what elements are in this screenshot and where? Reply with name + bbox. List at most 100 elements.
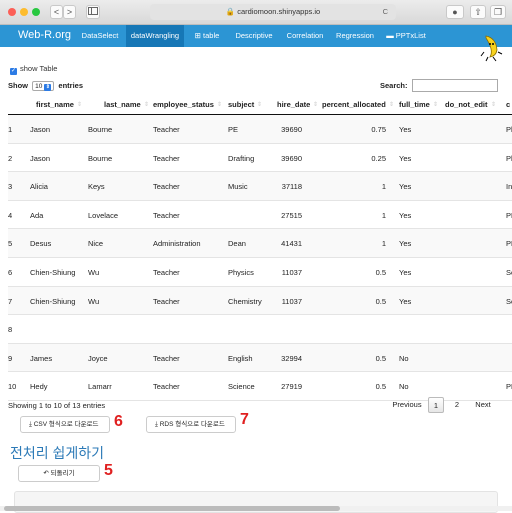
table-cell: 41431	[281, 239, 302, 249]
table-cell: 3	[8, 182, 13, 192]
table-cell: Physics	[228, 268, 254, 277]
table-cell: Chemistry	[228, 296, 262, 306]
search-input[interactable]	[412, 79, 498, 92]
csv-download-button[interactable]: ⤓ CSV 형식으로 다운로드	[20, 416, 110, 433]
page-1-button[interactable]: 1	[428, 397, 444, 413]
scrollbar-thumb[interactable]	[4, 506, 340, 511]
table-cell: Desus	[30, 239, 52, 249]
browser-toolbar: < > 🔒 cardiomoon.shinyapps.io C ● ⇧ ❐	[0, 0, 512, 25]
table-cell: 8	[8, 325, 13, 335]
table-cell: Keys	[88, 182, 105, 192]
table-cell: 0.5	[375, 296, 386, 306]
column-header-employee-status[interactable]: employee_status	[153, 100, 214, 109]
entries-select[interactable]: 10 ⇕	[32, 81, 55, 91]
table-cell: Joyce	[88, 353, 108, 363]
table-cell: Music	[228, 182, 248, 192]
show-table-checkbox[interactable]: ✓ show Table	[10, 64, 57, 75]
table-cell: Teacher	[153, 125, 180, 134]
next-page-button[interactable]: Next	[472, 397, 494, 413]
tab-regression[interactable]: Regression	[332, 25, 378, 47]
table-cell: Ph	[506, 125, 512, 134]
table-cell: 10	[8, 382, 17, 392]
column-header-last-name[interactable]: last_name	[104, 100, 141, 109]
page-2-button[interactable]: 2	[450, 397, 464, 413]
column-header-full-time[interactable]: full_time	[399, 100, 430, 109]
table-cell: Wu	[88, 268, 100, 277]
column-header-hire-date[interactable]: hire_date	[277, 100, 310, 109]
back-button[interactable]: <	[50, 5, 63, 19]
table-cell: Bourne	[88, 125, 113, 134]
share-icon[interactable]: ⇧	[470, 5, 486, 19]
maximize-window-button[interactable]	[32, 8, 40, 16]
table-cell: 0.5	[375, 268, 386, 277]
table-cell: 1	[381, 182, 386, 192]
tabs-icon[interactable]: ❐	[490, 5, 506, 19]
table-cell: Chien-Shiung	[30, 268, 76, 277]
section-title: 전처리 쉽게하기	[10, 445, 105, 461]
marker-5: 5	[104, 462, 113, 479]
sort-arrows-icon: ⇕	[257, 102, 263, 108]
rds-download-label: RDS 형식으로 다운로드	[159, 421, 225, 428]
brand-link[interactable]: Web-R.org	[18, 29, 71, 41]
table-cell: 1	[381, 210, 386, 220]
table-row[interactable]: 6 Chien-Shiung Wu Teacher Physics 11037 0.5 Yes…	[8, 258, 512, 287]
show-label: Show	[8, 81, 28, 90]
table-cell: Yes	[399, 182, 412, 192]
table-cell: Wu	[88, 296, 100, 306]
table-row[interactable]: 4 Ada Lovelace Teacher 27515 1 Yes PE	[8, 201, 512, 230]
sort-arrows-icon: ⇕	[389, 102, 395, 108]
sort-arrows-icon: ⇕	[144, 102, 150, 108]
undo-label: 되돌리기	[50, 470, 75, 477]
table-cell: 0.75	[371, 125, 386, 134]
column-header-first-name[interactable]: first_name	[36, 100, 74, 109]
table-row[interactable]: 3 Alicia Keys Teacher Music 37118 1 Yes Ins	[8, 172, 512, 201]
extension-icon[interactable]: ●	[446, 5, 464, 19]
sidebar-icon[interactable]	[86, 5, 100, 19]
tab-descriptive[interactable]: Descriptive	[230, 25, 278, 47]
chevron-updown-icon: ⇕	[44, 84, 52, 91]
table-cell: Jason	[30, 153, 51, 163]
table-row[interactable]: 7 Chien-Shiung Wu Teacher Chemistry 11037 0.5 Y…	[8, 286, 512, 316]
previous-page-button[interactable]: Previous	[390, 397, 424, 413]
url-text: cardiomoon.shinyapps.io	[237, 7, 321, 16]
reload-icon[interactable]: C	[383, 4, 388, 20]
tab-table[interactable]: ⊞ table	[186, 25, 228, 47]
table-cell: Yes	[399, 153, 412, 163]
rds-download-button[interactable]: ⤓ RDS 형식으로 다운로드	[146, 416, 236, 433]
table-row[interactable]: 2 Jason Bourne Teacher Drafting 39690 0.25 Yes P…	[8, 144, 512, 173]
table-cell: Dean	[228, 239, 246, 249]
table-cell: Lamarr	[88, 382, 112, 392]
close-window-button[interactable]	[8, 8, 16, 16]
table-header: first_name ⇕ last_name ⇕ employee_status ⇕ sub…	[8, 93, 512, 115]
tab-correlation[interactable]: Correlation	[280, 25, 330, 47]
column-header-subject[interactable]: subject	[228, 100, 254, 109]
table-cell: Ins	[506, 182, 512, 192]
tab-datawrangling[interactable]: dataWrangling	[126, 25, 184, 47]
table-cell: Teacher	[153, 153, 180, 163]
table-cell: Teacher	[153, 382, 180, 392]
table-cell: 9	[8, 353, 13, 363]
checkbox-checked-icon: ✓	[10, 68, 17, 75]
table-cell: Teacher	[153, 296, 180, 306]
address-bar[interactable]: 🔒 cardiomoon.shinyapps.io C	[150, 4, 396, 20]
forward-button[interactable]: >	[63, 5, 76, 19]
horizontal-scrollbar[interactable]	[0, 506, 512, 511]
table-row[interactable]: 1 Jason Bourne Teacher PE 39690 0.75 Yes Ph	[8, 115, 512, 144]
minimize-window-button[interactable]	[20, 8, 28, 16]
column-header-do-not-edit[interactable]: do_not_edit	[445, 100, 488, 109]
table-row[interactable]: 5 Desus Nice Administration Dean 41431 1 Yes PE	[8, 229, 512, 258]
table-cell: 1	[8, 125, 13, 134]
table-cell: 0.5	[375, 353, 386, 363]
table-cell: Administration	[153, 239, 201, 249]
tab-dataselect[interactable]: DataSelect	[76, 25, 124, 47]
column-header-percent-allocated[interactable]: percent_allocated	[322, 100, 386, 109]
marker-7: 7	[240, 411, 249, 428]
table-cell: Sc	[506, 268, 512, 277]
column-header-c[interactable]: c	[506, 100, 510, 109]
table-row[interactable]: 9 James Joyce Teacher English 32994 0.5 No	[8, 343, 512, 373]
undo-button[interactable]: ↶ 되돌리기	[18, 465, 100, 482]
tab-pptxlist[interactable]: ▬ PPTxList	[380, 25, 432, 47]
table-cell: 6	[8, 268, 13, 277]
table-cell: 7	[8, 296, 13, 306]
table-row[interactable]: 8	[8, 315, 512, 344]
